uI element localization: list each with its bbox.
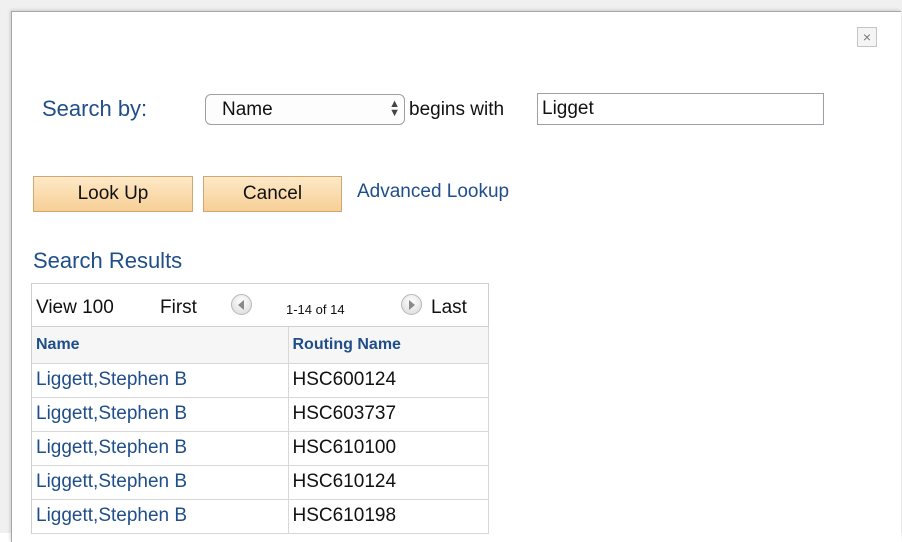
search-by-label: Search by: xyxy=(42,96,148,121)
results-grid: View 100 First 1-14 of 14 Last Name Rout… xyxy=(31,283,489,534)
search-results-title: Search Results xyxy=(33,248,183,273)
name-cell[interactable]: Liggett,Stephen B xyxy=(32,431,289,466)
first-page-link[interactable]: First xyxy=(160,297,197,319)
column-header-routing-name[interactable]: Routing Name xyxy=(288,327,489,364)
view-100-link[interactable]: View 100 xyxy=(36,297,114,319)
table-row[interactable]: Liggett,Stephen B HSC600124 xyxy=(32,363,489,398)
search-field-selected-value: Name xyxy=(222,99,273,120)
triangle-left-glyph xyxy=(238,300,244,310)
advanced-lookup-link[interactable]: Advanced Lookup xyxy=(357,181,509,203)
triangle-right-glyph xyxy=(409,300,415,310)
table-row[interactable]: Liggett,Stephen B HSC610100 xyxy=(32,431,489,466)
column-header-name[interactable]: Name xyxy=(32,327,289,364)
search-value-input[interactable] xyxy=(537,93,824,125)
previous-arrow-icon[interactable] xyxy=(231,294,252,315)
table-row[interactable]: Liggett,Stephen B HSC610198 xyxy=(32,499,489,534)
results-navigation-bar: View 100 First 1-14 of 14 Last xyxy=(32,284,488,327)
search-field-select[interactable]: Name ▲ ▼ xyxy=(205,94,405,125)
routing-name-cell[interactable]: HSC610100 xyxy=(288,431,489,466)
table-header-row: Name Routing Name xyxy=(32,327,489,364)
look-up-button[interactable]: Look Up xyxy=(33,176,193,212)
routing-name-cell[interactable]: HSC610198 xyxy=(288,499,489,534)
cancel-button[interactable]: Cancel xyxy=(203,176,342,212)
routing-name-cell[interactable]: HSC603737 xyxy=(288,397,489,432)
routing-name-cell[interactable]: HSC600124 xyxy=(288,363,489,398)
operator-label: begins with xyxy=(409,99,505,120)
last-page-link[interactable]: Last xyxy=(431,297,467,319)
routing-name-cell[interactable]: HSC610124 xyxy=(288,465,489,500)
name-cell[interactable]: Liggett,Stephen B xyxy=(32,465,289,500)
table-row[interactable]: Liggett,Stephen B HSC603737 xyxy=(32,397,489,432)
close-icon[interactable]: × xyxy=(857,27,877,47)
table-row[interactable]: Liggett,Stephen B HSC610124 xyxy=(32,465,489,500)
next-arrow-icon[interactable] xyxy=(401,294,422,315)
name-cell[interactable]: Liggett,Stephen B xyxy=(32,363,289,398)
results-table: Name Routing Name Liggett,Stephen B HSC6… xyxy=(32,327,489,534)
results-count: 1-14 of 14 xyxy=(286,302,345,317)
name-cell[interactable]: Liggett,Stephen B xyxy=(32,499,289,534)
select-updown-icon: ▲ ▼ xyxy=(389,98,400,119)
name-cell[interactable]: Liggett,Stephen B xyxy=(32,397,289,432)
